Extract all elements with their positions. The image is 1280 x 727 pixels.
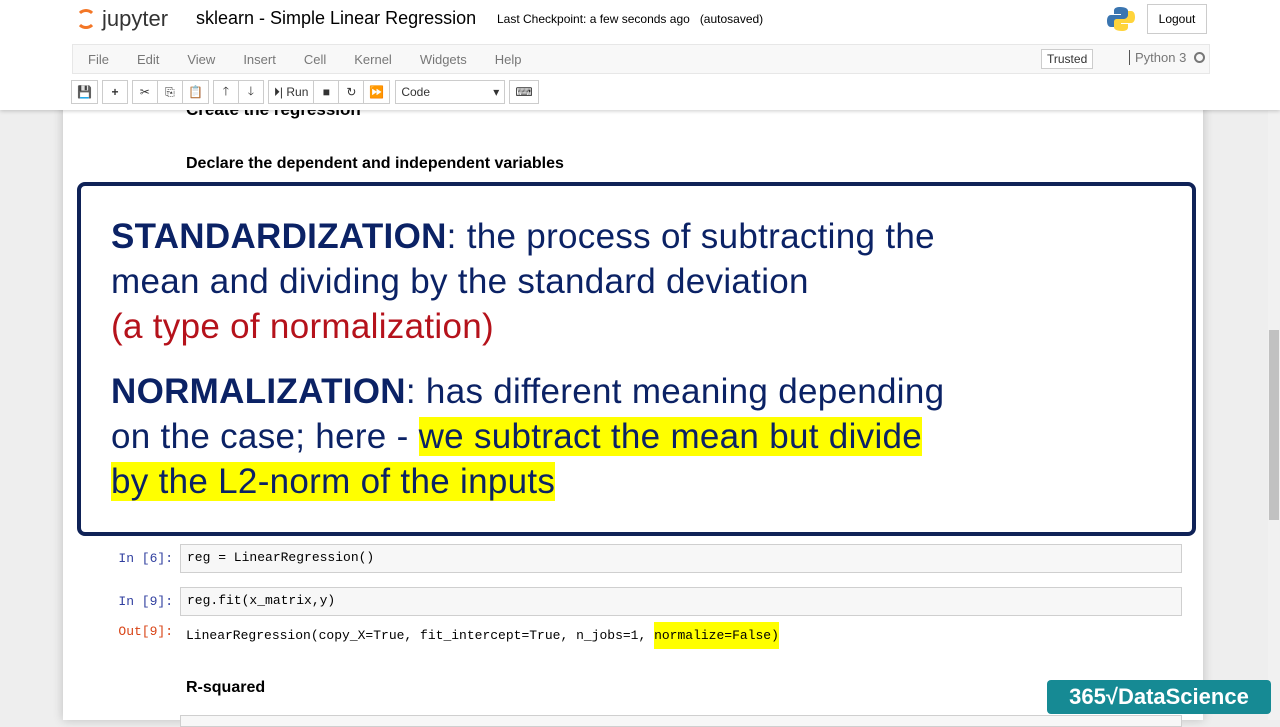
python-logo-icon [1107,7,1135,31]
jupyter-logo[interactable]: jupyter [76,6,168,32]
caret-down-icon: ▾ [493,85,500,99]
step-forward-icon: ⏵| [273,84,287,99]
cell-type-select[interactable]: Code ▾ [395,80,506,104]
cut-icon[interactable]: ✂ [131,80,158,104]
menu-file[interactable]: File [88,52,109,67]
run-button[interactable]: ⏵| Run [267,80,315,104]
fast-forward-icon[interactable]: ⏩ [363,80,391,104]
menubar: File Edit View Insert Cell Kernel Widget… [72,44,1210,74]
header: jupyter sklearn - Simple Linear Regressi… [0,0,1280,110]
heading-r-squared: R-squared [186,679,266,696]
checkpoint-status: Last Checkpoint: a few seconds ago (auto… [497,12,764,26]
code-cell[interactable]: reg.fit(x_matrix,y) [180,587,1182,616]
menu-insert[interactable]: Insert [243,52,276,67]
restart-icon[interactable]: ↻ [338,80,365,104]
stop-icon[interactable]: ■ [313,80,340,104]
add-cell-icon[interactable]: + [101,80,128,104]
move-down-icon[interactable]: 🡓 [237,80,264,104]
logo-text: jupyter [102,6,169,31]
copy-icon[interactable]: ⎘ [156,80,183,104]
menu-view[interactable]: View [187,52,215,67]
jupyter-icon [76,9,96,29]
definition-callout: STANDARDIZATION: the process of subtract… [77,182,1196,536]
menu-kernel[interactable]: Kernel [354,52,392,67]
paste-icon[interactable]: 📋 [181,80,209,104]
scrollbar-thumb[interactable] [1269,330,1279,520]
brand-watermark: 365√DataScience [1047,680,1271,714]
heading-declare-variables: Declare the dependent and independent va… [186,155,564,172]
kernel-indicator: Python 3 [1129,50,1206,65]
trusted-indicator[interactable]: Trusted [1041,49,1094,69]
menu-widgets[interactable]: Widgets [420,52,467,67]
output-prompt: Out[9]: [118,624,173,639]
notebook-title[interactable]: sklearn - Simple Linear Regression [196,8,476,29]
keyboard-icon[interactable]: ⌨ [509,80,539,104]
menu-edit[interactable]: Edit [137,52,159,67]
move-up-icon[interactable]: 🡑 [212,80,239,104]
kernel-idle-icon [1194,52,1206,63]
menu-help[interactable]: Help [495,52,522,67]
save-icon[interactable]: 💾 [71,80,98,104]
cell-prompt: In [9]: [118,594,173,609]
code-cell[interactable]: reg = LinearRegression() [180,544,1182,573]
cell-prompt: In [6]: [118,551,173,566]
cell-output: LinearRegression(copy_X=True, fit_interc… [186,622,779,650]
menu-cell[interactable]: Cell [304,52,326,67]
logout-button[interactable]: Logout [1147,4,1207,34]
toolbar: 💾 + ✂ ⎘ 📋 🡑 🡓 ⏵| Run ■ ↻ ⏩ Code ▾ ⌨ [71,80,539,104]
code-cell[interactable] [180,715,1182,727]
